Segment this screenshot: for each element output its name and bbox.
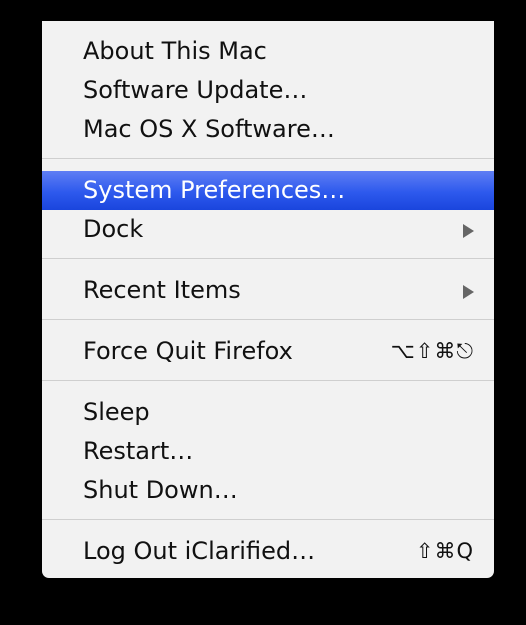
menu-item-label: System Preferences…	[83, 176, 346, 204]
menu-item-about-this-mac[interactable]: About This Mac	[42, 32, 494, 71]
keyboard-shortcut: ⌥⇧⌘⎋	[390, 339, 474, 363]
menu-separator	[42, 319, 494, 320]
menu-separator	[42, 519, 494, 520]
menu-item-recent-items[interactable]: Recent Items	[42, 271, 494, 310]
menu-item-label: Force Quit Firefox	[83, 337, 293, 365]
keyboard-shortcut: ⇧⌘Q	[415, 539, 474, 563]
menu-item-system-preferences[interactable]: System Preferences…	[42, 171, 494, 210]
menu-item-restart[interactable]: Restart…	[42, 432, 494, 471]
menu-item-dock[interactable]: Dock	[42, 210, 494, 249]
menu-separator	[42, 258, 494, 259]
menu-item-label: Sleep	[83, 398, 150, 426]
menu-item-shut-down[interactable]: Shut Down…	[42, 471, 494, 510]
menu-item-label: Dock	[83, 215, 144, 243]
menu-item-log-out[interactable]: Log Out iClarified… ⇧⌘Q	[42, 532, 494, 571]
menu-item-mac-os-x-software[interactable]: Mac OS X Software…	[42, 110, 494, 149]
menu-separator	[42, 158, 494, 159]
submenu-arrow-icon	[463, 224, 474, 238]
menu-item-sleep[interactable]: Sleep	[42, 393, 494, 432]
menu-item-label: Recent Items	[83, 276, 241, 304]
menu-item-label: Restart…	[83, 437, 194, 465]
menu-item-label: Log Out iClarified…	[83, 537, 316, 565]
menu-item-label: Shut Down…	[83, 476, 238, 504]
menu-item-force-quit[interactable]: Force Quit Firefox ⌥⇧⌘⎋	[42, 332, 494, 371]
menu-separator	[42, 380, 494, 381]
menu-item-software-update[interactable]: Software Update…	[42, 71, 494, 110]
submenu-arrow-icon	[463, 285, 474, 299]
menu-item-label: Software Update…	[83, 76, 308, 104]
apple-menu: About This Mac Software Update… Mac OS X…	[42, 21, 494, 578]
menu-item-label: About This Mac	[83, 37, 267, 65]
menu-item-label: Mac OS X Software…	[83, 115, 335, 143]
